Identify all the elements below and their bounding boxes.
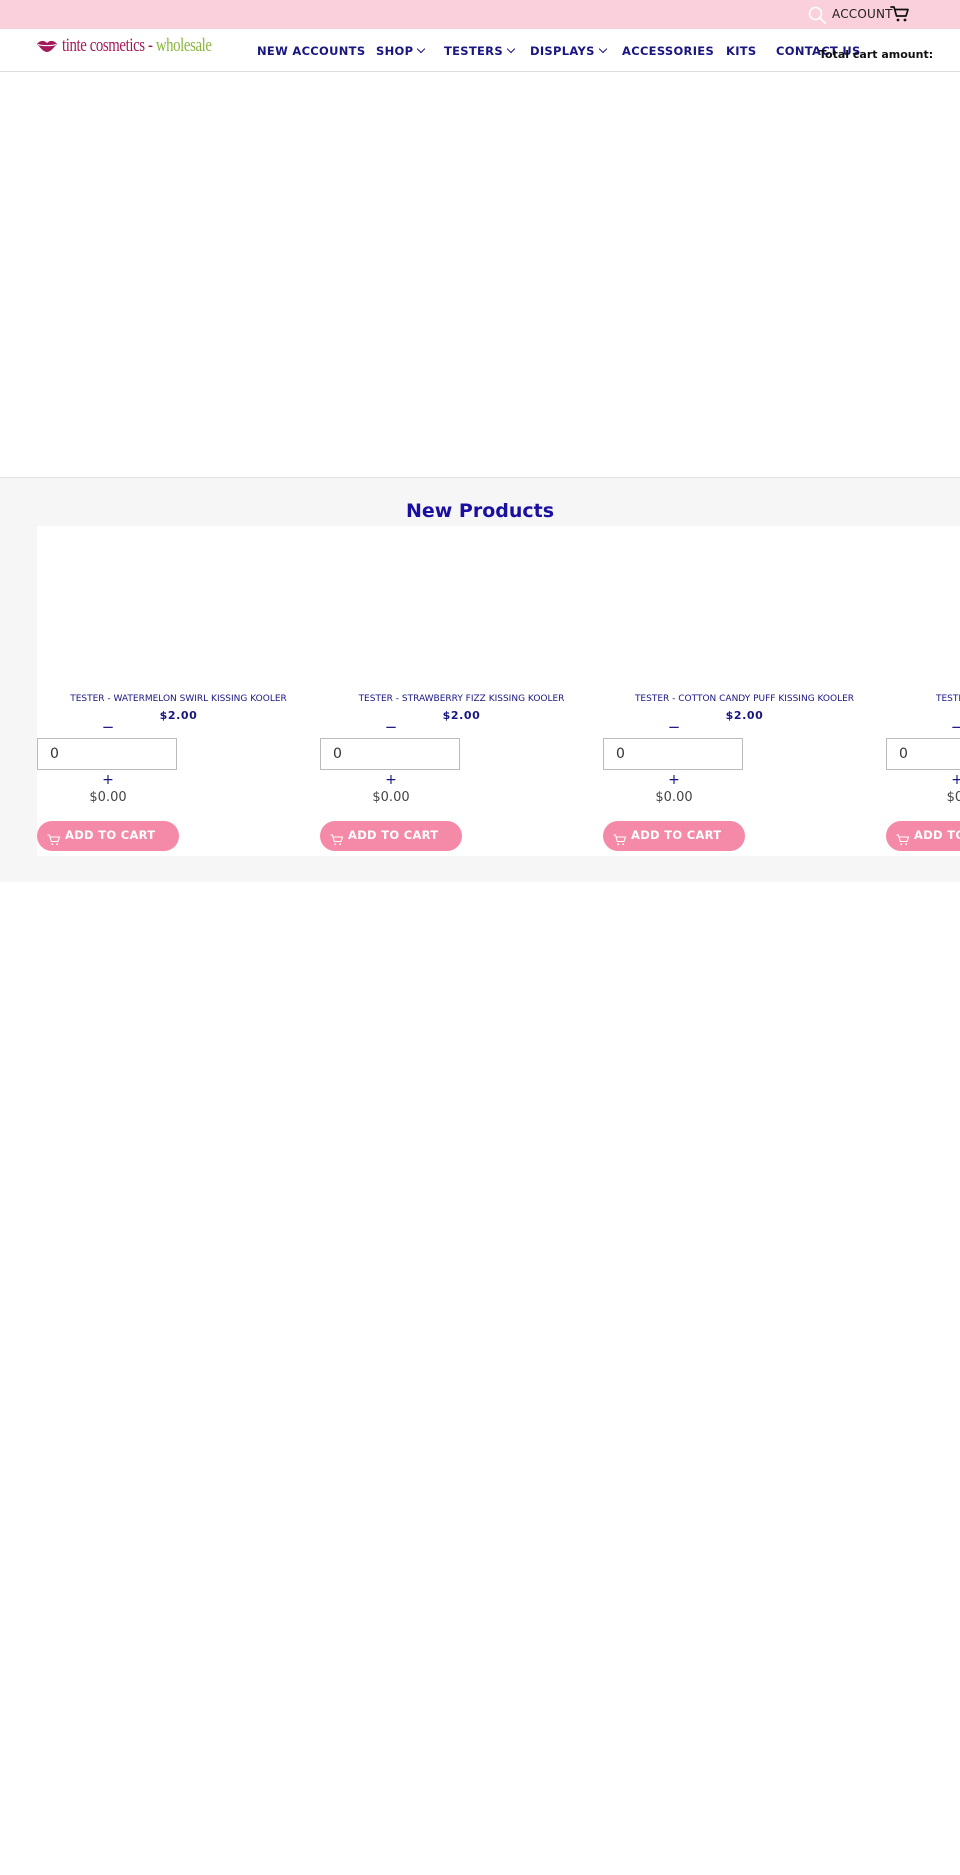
nav-item-label: KITS <box>726 44 757 58</box>
product-card: TESTER - WATERMELON SWIRL KISSING KOOLER… <box>37 526 320 856</box>
quantity-increment-button[interactable]: + <box>37 772 179 788</box>
nav-item-label: NEW ACCOUNTS <box>257 44 366 58</box>
quantity-input[interactable] <box>320 738 460 770</box>
section-title: New Products <box>405 500 555 522</box>
quantity-input[interactable] <box>37 738 177 770</box>
add-to-cart-button[interactable]: ADD TO CART <box>603 821 745 851</box>
add-to-cart-button[interactable]: ADD TO CART <box>37 821 179 851</box>
product-card: TESTER − + $0. ADD TO <box>886 526 960 856</box>
quantity-decrement-button[interactable]: − <box>37 718 179 736</box>
logo-suffix: wholesale <box>155 35 212 56</box>
add-to-cart-button[interactable]: ADD TO <box>886 821 960 851</box>
cart-icon <box>47 834 61 846</box>
product-name[interactable]: TESTER - COTTON CANDY PUFF KISSING KOOLE… <box>603 694 886 704</box>
add-to-cart-label: ADD TO CART <box>65 828 156 842</box>
cart-icon <box>896 834 910 846</box>
logo-wordmark: tinte cosmetics - wholesale <box>62 35 212 57</box>
nav-item-accessories[interactable]: ACCESSORIES <box>622 44 714 58</box>
nav-item-displays[interactable]: DISPLAYS <box>530 44 607 58</box>
cart-icon[interactable] <box>890 5 910 23</box>
main-header: tinte cosmetics - wholesale NEW ACCOUNTS… <box>0 29 960 72</box>
nav-item-label: SHOP <box>376 44 414 58</box>
line-subtotal: $0. <box>946 790 960 805</box>
product-card: TESTER - STRAWBERRY FIZZ KISSING KOOLER … <box>320 526 603 856</box>
product-carousel: TESTER - WATERMELON SWIRL KISSING KOOLER… <box>37 526 960 856</box>
search-icon[interactable] <box>808 6 826 24</box>
chevron-down-icon <box>598 44 607 54</box>
quantity-increment-button[interactable]: + <box>603 772 745 788</box>
logo-separator: - <box>144 35 156 56</box>
add-to-cart-label: ADD TO CART <box>348 828 439 842</box>
nav-item-testers[interactable]: TESTERS <box>444 44 516 58</box>
line-subtotal: $0.00 <box>655 790 693 805</box>
lips-icon <box>37 40 57 52</box>
quantity-increment-button[interactable]: + <box>320 772 462 788</box>
add-to-cart-label: ADD TO <box>914 828 960 842</box>
quantity-input[interactable] <box>603 738 743 770</box>
add-to-cart-label: ADD TO CART <box>631 828 722 842</box>
quantity-decrement-button[interactable]: − <box>886 718 960 736</box>
nav-item-new-accounts[interactable]: NEW ACCOUNTS <box>257 44 365 58</box>
quantity-decrement-button[interactable]: − <box>320 718 462 736</box>
nav-item-label: ACCESSORIES <box>622 44 715 58</box>
cart-icon <box>613 834 627 846</box>
nav-item-shop[interactable]: SHOP <box>376 44 426 58</box>
quantity-input[interactable] <box>886 738 960 770</box>
top-bar: ACCOUNT <box>0 0 960 29</box>
add-to-cart-button[interactable]: ADD TO CART <box>320 821 462 851</box>
chevron-down-icon <box>506 44 516 54</box>
site-logo[interactable]: tinte cosmetics - wholesale <box>36 34 254 58</box>
account-link[interactable]: ACCOUNT <box>832 7 893 21</box>
cart-icon <box>330 834 344 846</box>
nav-item-label: TESTERS <box>444 44 503 58</box>
quantity-decrement-button[interactable]: − <box>603 718 745 736</box>
cart-total-label: Total cart amount: <box>819 48 934 61</box>
product-name[interactable]: TESTER <box>886 694 960 704</box>
product-card: TESTER - COTTON CANDY PUFF KISSING KOOLE… <box>603 526 886 856</box>
line-subtotal: $0.00 <box>89 790 127 805</box>
chevron-down-icon <box>417 44 426 54</box>
line-subtotal: $0.00 <box>372 790 410 805</box>
nav-item-label: DISPLAYS <box>530 44 595 58</box>
product-name[interactable]: TESTER - STRAWBERRY FIZZ KISSING KOOLER <box>320 694 603 704</box>
quantity-increment-button[interactable]: + <box>886 772 960 788</box>
product-name[interactable]: TESTER - WATERMELON SWIRL KISSING KOOLER <box>37 694 320 704</box>
nav-item-kits[interactable]: KITS <box>726 44 757 58</box>
logo-brand: tinte cosmetics <box>62 35 145 56</box>
